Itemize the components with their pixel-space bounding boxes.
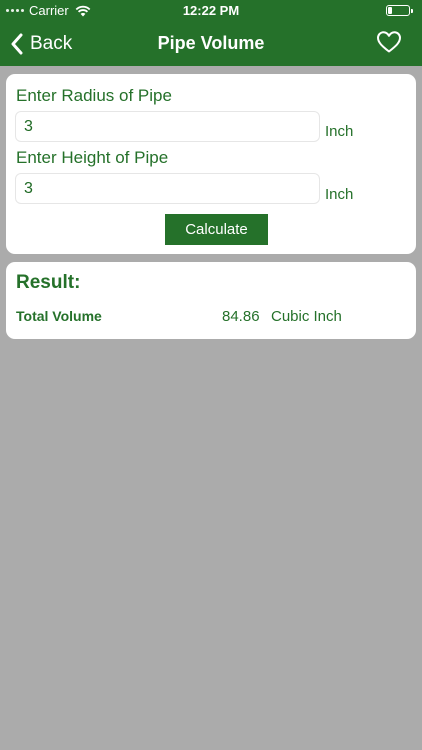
heart-outline-icon[interactable]: [376, 30, 402, 54]
status-bar: Carrier 12:22 PM: [0, 0, 422, 22]
radius-input[interactable]: [15, 111, 320, 142]
page-title: Pipe Volume: [157, 33, 265, 53]
result-title: Result:: [16, 272, 81, 293]
status-time: 12:22 PM: [182, 3, 240, 18]
height-input[interactable]: [15, 173, 320, 204]
total-volume-value: 84.86: [222, 308, 260, 325]
total-volume-unit: Cubic Inch: [271, 308, 342, 325]
app-header: Carrier 12:22 PM Back Pipe Volume: [0, 0, 422, 66]
height-unit: Inch: [325, 186, 354, 203]
radius-label: Enter Radius of Pipe: [16, 86, 172, 105]
battery-icon: [386, 5, 413, 16]
result-card: Result: Total Volume 84.86 Cubic Inch: [6, 262, 416, 339]
height-label: Enter Height of Pipe: [16, 148, 169, 167]
input-card: Enter Radius of Pipe Inch Enter Height o…: [6, 74, 416, 254]
calculate-button[interactable]: Calculate: [165, 214, 268, 245]
total-volume-label: Total Volume: [16, 308, 102, 324]
radius-unit: Inch: [325, 123, 354, 140]
